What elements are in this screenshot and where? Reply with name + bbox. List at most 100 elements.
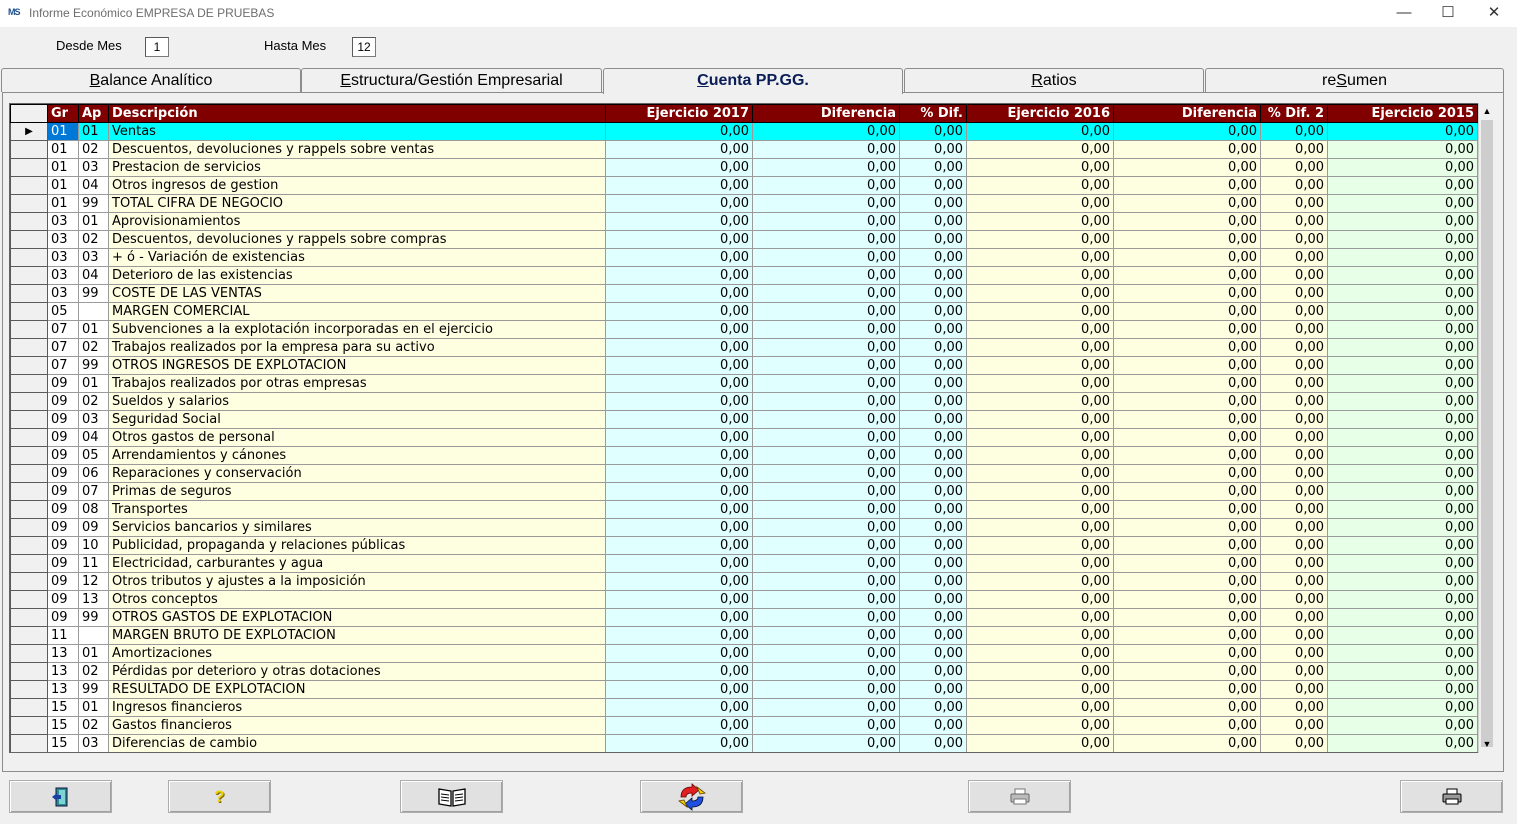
table-row[interactable]: 03 04 Deterioro de las existencias 0,00 0,00… [10,266,1478,285]
row-indicator[interactable] [10,248,48,267]
col-pct-dif-cell[interactable]: 0,00 [899,482,967,501]
col-gr-cell[interactable]: 09 [47,446,79,465]
col-diferencia-2017-cell[interactable]: 0,00 [752,482,900,501]
col-diferencia-2016-cell[interactable]: 0,00 [1113,500,1261,519]
col-ejercicio-2017-cell[interactable]: 0,00 [605,212,753,231]
col-ap-cell[interactable]: 99 [78,680,109,699]
col-pct-dif-2-cell[interactable]: 0,00 [1260,716,1328,735]
col-descripcion-cell[interactable]: Pérdidas por deterioro y otras dotacione… [108,662,606,681]
table-row[interactable]: 09 99 OTROS GASTOS DE EXPLOTACION 0,00 0,00 0… [10,608,1478,627]
col-diferencia-2016-header[interactable]: Diferencia [1113,104,1261,123]
col-pct-dif-2-cell[interactable]: 0,00 [1260,536,1328,555]
col-gr-header[interactable]: Gr [47,104,79,123]
col-descripcion-cell[interactable]: Sueldos y salarios [108,392,606,411]
col-descripcion-cell[interactable]: Descuentos, devoluciones y rappels sobre… [108,230,606,249]
col-pct-dif-cell[interactable]: 0,00 [899,176,967,195]
table-row[interactable]: 07 01 Subvenciones a la explotación incorp… [10,320,1478,339]
col-descripcion-cell[interactable]: Trabajos realizados por la empresa para … [108,338,606,357]
col-descripcion-cell[interactable]: Transportes [108,500,606,519]
col-diferencia-2017-cell[interactable]: 0,00 [752,662,900,681]
col-diferencia-2016-cell[interactable]: 0,00 [1113,608,1261,627]
col-ejercicio-2015-cell[interactable]: 0,00 [1327,716,1478,735]
col-descripcion-cell[interactable]: + ó - Variación de existencias [108,248,606,267]
table-row[interactable]: 11 MARGEN BRUTO DE EXPLOTACION 0,00 0,00 0,0… [10,626,1478,645]
col-descripcion-cell[interactable]: OTROS INGRESOS DE EXPLOTACION [108,356,606,375]
col-pct-dif-2-cell[interactable]: 0,00 [1260,734,1328,752]
col-ejercicio-2017-cell[interactable]: 0,00 [605,248,753,267]
col-ap-cell[interactable]: 04 [78,176,109,195]
col-diferencia-2017-cell[interactable]: 0,00 [752,248,900,267]
table-row[interactable]: 09 10 Publicidad, propaganda y relaciones … [10,536,1478,555]
col-descripcion-cell[interactable]: Publicidad, propaganda y relaciones públ… [108,536,606,555]
col-ejercicio-2017-cell[interactable]: 0,00 [605,392,753,411]
col-ap-cell[interactable]: 01 [78,698,109,717]
col-diferencia-2017-cell[interactable]: 0,00 [752,518,900,537]
col-gr-cell[interactable]: 09 [47,554,79,573]
table-row[interactable]: 07 99 OTROS INGRESOS DE EXPLOTACION 0,00 0,0… [10,356,1478,375]
row-indicator[interactable] [10,554,48,573]
col-pct-dif-cell[interactable]: 0,00 [899,608,967,627]
row-indicator[interactable] [10,464,48,483]
col-ejercicio-2017-cell[interactable]: 0,00 [605,662,753,681]
col-diferencia-2016-cell[interactable]: 0,00 [1113,392,1261,411]
row-indicator[interactable] [10,698,48,717]
col-ejercicio-2015-cell[interactable]: 0,00 [1327,626,1478,645]
col-ejercicio-2017-cell[interactable]: 0,00 [605,266,753,285]
col-ejercicio-2016-cell[interactable]: 0,00 [966,176,1114,195]
col-pct-dif-2-header[interactable]: % Dif. 2 [1260,104,1328,123]
col-ejercicio-2016-cell[interactable]: 0,00 [966,248,1114,267]
col-descripcion-cell[interactable]: TOTAL CIFRA DE NEGOCIO [108,194,606,213]
col-descripcion-cell[interactable]: MARGEN BRUTO DE EXPLOTACION [108,626,606,645]
col-ejercicio-2017-cell[interactable]: 0,00 [605,302,753,321]
col-gr-cell[interactable]: 01 [47,122,79,141]
tab-balance-analitico[interactable]: Balance Analítico [1,68,301,92]
col-ejercicio-2015-cell[interactable]: 0,00 [1327,410,1478,429]
col-ap-cell[interactable]: 03 [78,410,109,429]
col-ap-cell[interactable]: 99 [78,608,109,627]
table-row[interactable]: 07 02 Trabajos realizados por la empresa p… [10,338,1478,357]
row-indicator[interactable] [10,194,48,213]
col-diferencia-2017-cell[interactable]: 0,00 [752,122,900,141]
row-indicator[interactable] [10,158,48,177]
col-ejercicio-2015-cell[interactable]: 0,00 [1327,356,1478,375]
col-descripcion-cell[interactable]: Aprovisionamientos [108,212,606,231]
col-diferencia-2016-cell[interactable]: 0,00 [1113,302,1261,321]
col-pct-dif-2-cell[interactable]: 0,00 [1260,158,1328,177]
col-pct-dif-2-cell[interactable]: 0,00 [1260,500,1328,519]
col-diferencia-2017-cell[interactable]: 0,00 [752,158,900,177]
col-ejercicio-2017-cell[interactable]: 0,00 [605,590,753,609]
col-ejercicio-2015-cell[interactable]: 0,00 [1327,464,1478,483]
col-ejercicio-2017-cell[interactable]: 0,00 [605,230,753,249]
col-ejercicio-2015-cell[interactable]: 0,00 [1327,122,1478,141]
col-pct-dif-2-cell[interactable]: 0,00 [1260,446,1328,465]
col-ejercicio-2015-cell[interactable]: 0,00 [1327,482,1478,501]
col-ap-cell[interactable]: 03 [78,248,109,267]
col-diferencia-2016-cell[interactable]: 0,00 [1113,482,1261,501]
col-diferencia-2016-cell[interactable]: 0,00 [1113,644,1261,663]
col-ejercicio-2016-cell[interactable]: 0,00 [966,212,1114,231]
col-pct-dif-2-cell[interactable]: 0,00 [1260,248,1328,267]
col-ejercicio-2015-cell[interactable]: 0,00 [1327,230,1478,249]
col-ejercicio-2017-cell[interactable]: 0,00 [605,464,753,483]
table-row[interactable]: 01 03 Prestacion de servicios 0,00 0,00 0,00 0… [10,158,1478,177]
col-pct-dif-cell[interactable]: 0,00 [899,140,967,159]
col-ejercicio-2016-cell[interactable]: 0,00 [966,500,1114,519]
col-descripcion-cell[interactable]: Ingresos financieros [108,698,606,717]
col-diferencia-2017-cell[interactable]: 0,00 [752,302,900,321]
col-ejercicio-2016-cell[interactable]: 0,00 [966,356,1114,375]
col-diferencia-2016-cell[interactable]: 0,00 [1113,716,1261,735]
col-ejercicio-2017-cell[interactable]: 0,00 [605,482,753,501]
col-pct-dif-cell[interactable]: 0,00 [899,662,967,681]
col-pct-dif-2-cell[interactable]: 0,00 [1260,266,1328,285]
col-ejercicio-2017-cell[interactable]: 0,00 [605,518,753,537]
col-ejercicio-2016-cell[interactable]: 0,00 [966,338,1114,357]
col-diferencia-2016-cell[interactable]: 0,00 [1113,212,1261,231]
col-ejercicio-2015-cell[interactable]: 0,00 [1327,176,1478,195]
col-ejercicio-2015-cell[interactable]: 0,00 [1327,662,1478,681]
col-ejercicio-2015-cell[interactable]: 0,00 [1327,698,1478,717]
desde-mes-input[interactable]: 1 [145,37,169,57]
col-ejercicio-2015-cell[interactable]: 0,00 [1327,590,1478,609]
row-indicator[interactable] [10,140,48,159]
col-diferencia-2016-cell[interactable]: 0,00 [1113,338,1261,357]
col-ejercicio-2017-cell[interactable]: 0,00 [605,356,753,375]
